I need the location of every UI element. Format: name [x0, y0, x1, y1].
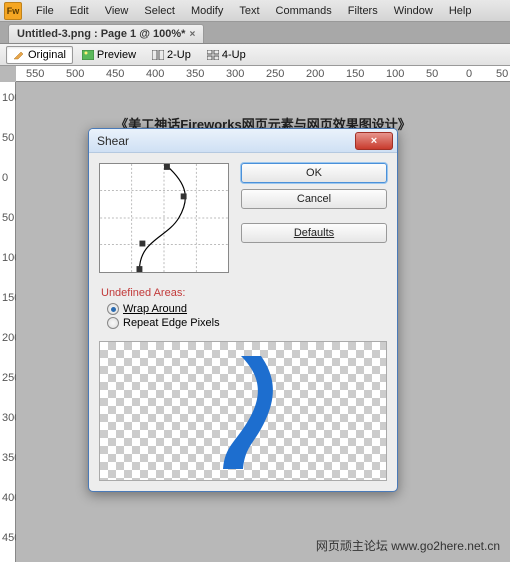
ok-button[interactable]: OK: [241, 163, 387, 183]
shear-preview: [99, 341, 387, 481]
dialog-titlebar[interactable]: Shear ×: [89, 129, 397, 153]
document-tab-label: Untitled-3.png : Page 1 @ 100%*: [17, 28, 185, 40]
menu-modify[interactable]: Modify: [183, 3, 231, 19]
defaults-button[interactable]: Defaults: [241, 223, 387, 243]
app-logo: Fw: [4, 2, 22, 20]
preview-icon: [82, 50, 94, 60]
view-4up[interactable]: 4-Up: [200, 46, 253, 64]
menu-select[interactable]: Select: [136, 3, 183, 19]
dialog-close-button[interactable]: ×: [355, 132, 393, 150]
radio-icon: [107, 317, 119, 329]
menu-commands[interactable]: Commands: [268, 3, 340, 19]
view-4up-label: 4-Up: [222, 49, 246, 61]
menu-view[interactable]: View: [97, 3, 137, 19]
menu-help[interactable]: Help: [441, 3, 480, 19]
pencil-icon: [13, 50, 25, 60]
close-icon: ×: [371, 135, 377, 147]
menu-window[interactable]: Window: [386, 3, 441, 19]
radio-wrap-around[interactable]: Wrap Around: [107, 303, 387, 315]
close-icon[interactable]: ×: [189, 29, 195, 40]
view-preview-label: Preview: [97, 49, 136, 61]
view-2up[interactable]: 2-Up: [145, 46, 198, 64]
dialog-title: Shear: [97, 134, 129, 148]
undefined-areas-label: Undefined Areas:: [101, 287, 387, 299]
menu-bar: Fw File Edit View Select Modify Text Com…: [0, 0, 510, 22]
radio-repeat-label: Repeat Edge Pixels: [123, 317, 220, 329]
twoup-icon: [152, 50, 164, 60]
footer-text: 网页顽主论坛 www.go2here.net.cn: [316, 537, 500, 554]
shear-dialog: Shear × OK Canc: [88, 128, 398, 492]
shear-curve-editor[interactable]: [99, 163, 229, 273]
radio-repeat-edge[interactable]: Repeat Edge Pixels: [107, 317, 387, 329]
document-tab[interactable]: Untitled-3.png : Page 1 @ 100%* ×: [8, 24, 204, 43]
fourup-icon: [207, 50, 219, 60]
radio-wrap-label: Wrap Around: [123, 303, 187, 315]
ruler-vertical: 100 50 0 50 100 150 200 250 300 350 400 …: [0, 82, 16, 562]
menu-edit[interactable]: Edit: [62, 3, 97, 19]
dialog-body: OK Cancel Defaults Undefined Areas: Wrap…: [89, 153, 397, 491]
menu-file[interactable]: File: [28, 3, 62, 19]
radio-icon: [107, 303, 119, 315]
cancel-button[interactable]: Cancel: [241, 189, 387, 209]
view-original-label: Original: [28, 49, 66, 61]
view-original[interactable]: Original: [6, 46, 73, 64]
document-tab-bar: Untitled-3.png : Page 1 @ 100%* ×: [0, 22, 510, 44]
menu-text[interactable]: Text: [231, 3, 267, 19]
ruler-horizontal: 550 500 450 400 350 300 250 200 150 100 …: [16, 66, 510, 82]
view-2up-label: 2-Up: [167, 49, 191, 61]
menu-filters[interactable]: Filters: [340, 3, 386, 19]
view-preview[interactable]: Preview: [75, 46, 143, 64]
view-mode-bar: Original Preview 2-Up 4-Up: [0, 44, 510, 66]
